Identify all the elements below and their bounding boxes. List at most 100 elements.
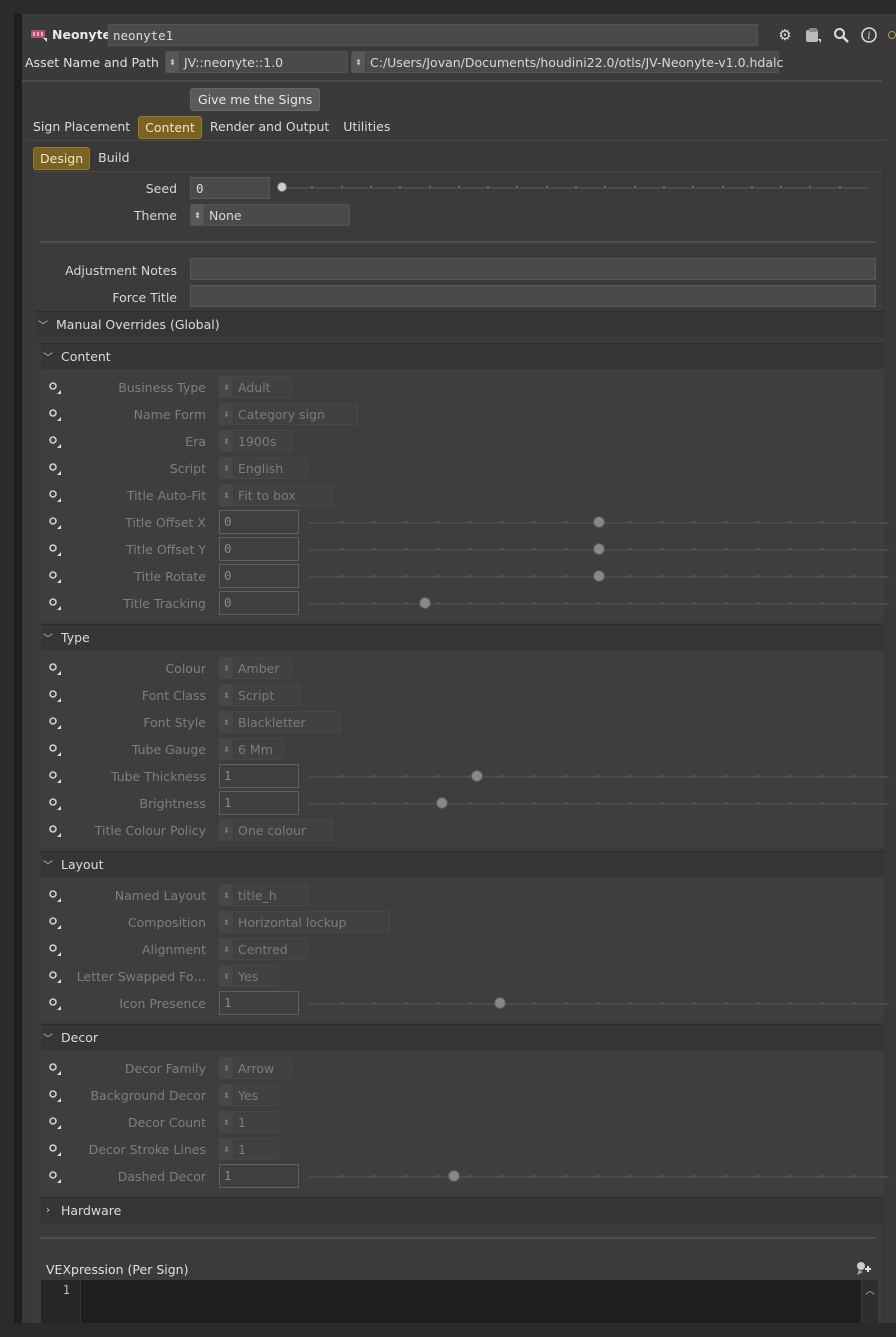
slider-handle[interactable] — [419, 597, 431, 609]
keyframe-toggle-icon[interactable] — [48, 797, 62, 814]
title-colour-policy-menu[interactable]: ⬍ One colour — [219, 819, 333, 841]
theme-menu[interactable]: ⬍ None — [190, 204, 350, 226]
seed-slider-handle[interactable] — [277, 182, 287, 192]
tab-render-and-output[interactable]: Render and Output — [204, 116, 335, 139]
manual-overrides-folder[interactable]: ﹀ Manual Overrides (Global) — [36, 311, 884, 337]
help-card-icon[interactable] — [804, 26, 822, 44]
hardware-folder[interactable]: › Hardware — [41, 1197, 884, 1223]
keyframe-toggle-icon[interactable] — [48, 743, 62, 760]
brightness-slider[interactable] — [309, 797, 889, 809]
title-colour-policy-value: One colour — [238, 822, 307, 838]
tab-content[interactable]: Content — [138, 116, 202, 139]
keyframe-toggle-icon[interactable] — [48, 824, 62, 841]
node-name-field[interactable]: neonyte1 — [108, 24, 758, 46]
named-layout-menu[interactable]: ⬍ title_h — [219, 884, 309, 906]
keyframe-toggle-icon[interactable] — [48, 1116, 62, 1133]
status-icon[interactable] — [888, 26, 896, 44]
keyframe-toggle-icon[interactable] — [48, 997, 62, 1014]
keyframe-toggle-icon[interactable] — [48, 462, 62, 479]
slider-tick — [565, 775, 567, 777]
icon-presence-field[interactable]: 1 — [219, 991, 299, 1015]
keyframe-toggle-icon[interactable] — [48, 1062, 62, 1079]
title-tracking-field[interactable]: 0 — [219, 591, 299, 615]
keyframe-toggle-icon[interactable] — [48, 489, 62, 506]
force-title-field[interactable] — [190, 285, 876, 307]
title-tracking-slider[interactable] — [309, 597, 889, 609]
folder-type[interactable]: ﹀ Type — [41, 624, 884, 650]
decor-stroke-lines-menu[interactable]: ⬍ 1 — [219, 1138, 279, 1160]
keyframe-toggle-icon[interactable] — [48, 970, 62, 987]
asset-path-menu[interactable]: ⬍ C:/Users/Jovan/Documents/houdini22.0/o… — [351, 51, 783, 73]
era-menu[interactable]: ⬍ 1900s — [219, 430, 292, 452]
decor-count-menu[interactable]: ⬍ 1 — [219, 1111, 279, 1133]
keyframe-toggle-icon[interactable] — [48, 662, 62, 679]
slider-handle[interactable] — [593, 543, 605, 555]
title-offset-x-field[interactable]: 0 — [219, 510, 299, 534]
tube-thickness-slider[interactable] — [309, 770, 889, 782]
slider-tick — [629, 802, 631, 804]
letter-swapped-fo-menu[interactable]: ⬍ Yes — [219, 965, 279, 987]
folder-decor[interactable]: ﹀ Decor — [41, 1024, 884, 1050]
keyframe-toggle-icon[interactable] — [48, 435, 62, 452]
keyframe-toggle-icon[interactable] — [48, 597, 62, 614]
seed-slider[interactable] — [277, 182, 868, 192]
brightness-field[interactable]: 1 — [219, 791, 299, 815]
tube-gauge-menu[interactable]: ⬍ 6 Mm — [219, 738, 284, 760]
keyframe-toggle-icon[interactable] — [48, 381, 62, 398]
keyframe-toggle-icon[interactable] — [48, 943, 62, 960]
title-auto-fit-menu[interactable]: ⬍ Fit to box — [219, 484, 333, 506]
tab-utilities[interactable]: Utilities — [337, 116, 396, 139]
script-menu[interactable]: ⬍ English — [219, 457, 309, 479]
tab-sign-placement[interactable]: Sign Placement — [27, 116, 136, 139]
keyframe-toggle-icon[interactable] — [48, 770, 62, 787]
keyframe-toggle-icon[interactable] — [48, 689, 62, 706]
composition-menu[interactable]: ⬍ Horizontal lockup — [219, 911, 391, 933]
keyframe-toggle-icon[interactable] — [48, 543, 62, 560]
keyframe-toggle-icon[interactable] — [48, 889, 62, 906]
keyframe-toggle-icon[interactable] — [48, 570, 62, 587]
name-form-menu[interactable]: ⬍ Category sign — [219, 403, 358, 425]
slider-handle[interactable] — [448, 1170, 460, 1182]
gear-icon[interactable]: ⚙ — [776, 26, 794, 44]
asset-name-menu[interactable]: ⬍ JV::neonyte::1.0 — [165, 51, 348, 73]
dashed-decor-slider[interactable] — [309, 1170, 889, 1182]
info-icon[interactable]: i — [860, 26, 878, 44]
dashed-decor-field[interactable]: 1 — [219, 1164, 299, 1188]
tube-thickness-field[interactable]: 1 — [219, 764, 299, 788]
slider-tick — [838, 186, 841, 188]
seed-field[interactable]: 0 — [190, 177, 270, 199]
keyframe-toggle-icon[interactable] — [48, 1143, 62, 1160]
keyframe-toggle-icon[interactable] — [48, 716, 62, 733]
keyframe-toggle-icon[interactable] — [48, 1089, 62, 1106]
slider-handle[interactable] — [593, 570, 605, 582]
keyframe-toggle-icon[interactable] — [48, 408, 62, 425]
give-me-the-signs-button[interactable]: Give me the Signs — [190, 88, 321, 111]
title-rotate-field[interactable]: 0 — [219, 564, 299, 588]
slider-handle[interactable] — [593, 516, 605, 528]
folder-content[interactable]: ﹀ Content — [41, 343, 884, 369]
scroll-up-icon[interactable]: ︿ — [862, 1282, 878, 1297]
keyframe-toggle-icon[interactable] — [48, 916, 62, 933]
vex-scrollbar[interactable]: ︿ — [862, 1280, 878, 1323]
keyframe-toggle-icon[interactable] — [48, 1170, 62, 1187]
alignment-menu[interactable]: ⬍ Centred — [219, 938, 309, 960]
title-offset-y-field[interactable]: 0 — [219, 537, 299, 561]
icon-presence-slider[interactable] — [309, 997, 889, 1009]
title-offset-x-slider[interactable] — [309, 516, 889, 528]
search-icon[interactable] — [832, 26, 850, 44]
colour-menu[interactable]: ⬍ Amber — [219, 657, 292, 679]
background-decor-menu[interactable]: ⬍ Yes — [219, 1084, 279, 1106]
add-snippet-icon[interactable] — [854, 1260, 872, 1279]
vex-code-editor[interactable]: 1 — [41, 1280, 861, 1323]
business-type-menu[interactable]: ⬍ Adult — [219, 376, 292, 398]
tab-design[interactable]: Design — [33, 147, 91, 170]
decor-family-menu[interactable]: ⬍ Arrow — [219, 1057, 292, 1079]
keyframe-toggle-icon[interactable] — [48, 516, 62, 533]
font-style-menu[interactable]: ⬍ Blackletter — [219, 711, 342, 733]
title-rotate-slider[interactable] — [309, 570, 889, 582]
adjustment-notes-field[interactable] — [190, 258, 876, 280]
font-class-menu[interactable]: ⬍ Script — [219, 684, 301, 706]
folder-layout[interactable]: ﹀ Layout — [41, 851, 884, 877]
title-offset-y-slider[interactable] — [309, 543, 889, 555]
tab-build[interactable]: Build — [92, 147, 135, 170]
